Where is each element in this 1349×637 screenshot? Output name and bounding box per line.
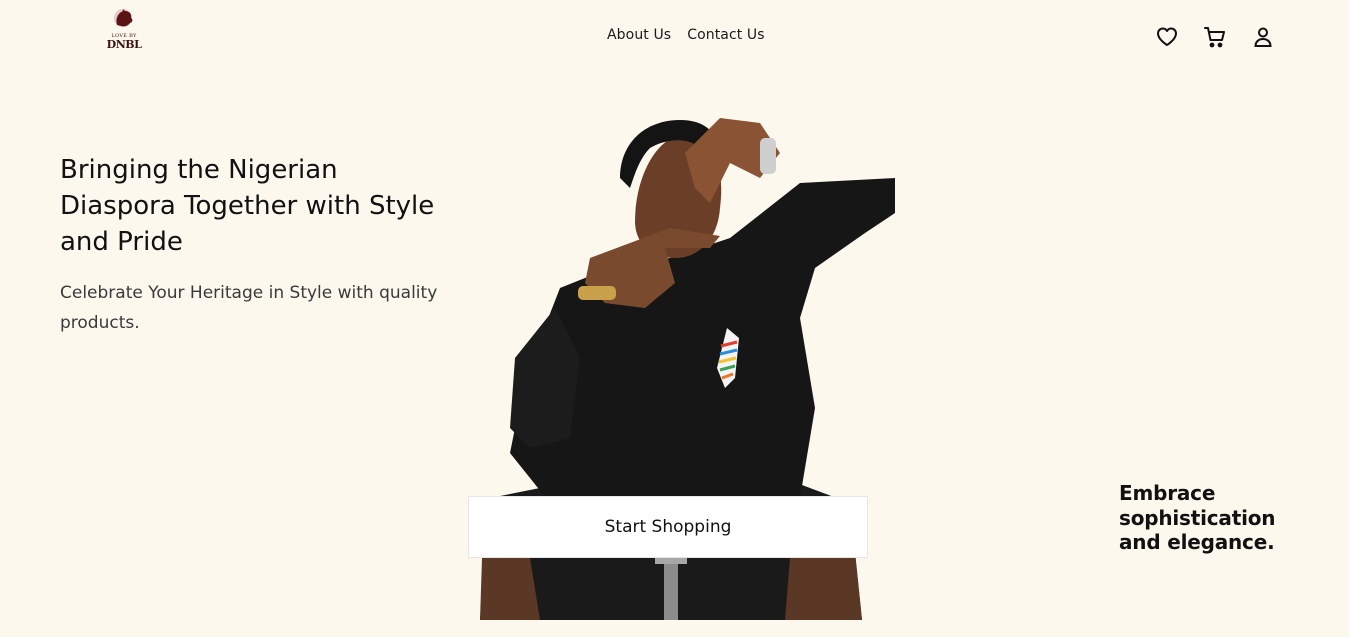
start-shopping-button[interactable]: Start Shopping [468,496,868,558]
hero-tagline: Embrace sophistication and elegance. [1119,481,1276,554]
header-actions [1155,25,1275,49]
cart-icon[interactable] [1203,25,1227,49]
nav-about-us[interactable]: About Us [607,27,671,43]
hero-subtitle: Celebrate Your Heritage in Style with qu… [60,283,438,333]
main-nav: About Us Contact Us [607,27,765,43]
hero-title: Bringing the Nigerian Diaspora Together … [60,155,435,257]
logo-wordmark: DNBL [106,38,142,51]
heart-icon[interactable] [1155,25,1179,49]
brand-logo[interactable]: LOVE BY DNBL [104,8,144,54]
nav-contact-us[interactable]: Contact Us [687,27,764,43]
user-icon[interactable] [1251,25,1275,49]
logo-mark-icon [114,9,133,27]
